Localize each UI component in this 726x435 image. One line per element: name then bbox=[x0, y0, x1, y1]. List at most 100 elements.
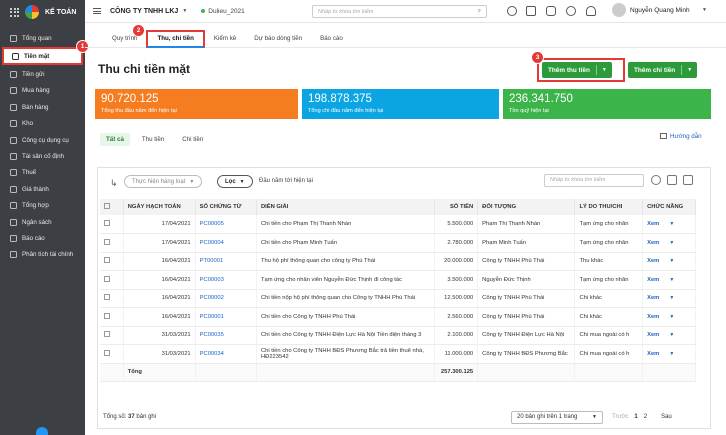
row-select-cell[interactable] bbox=[100, 289, 124, 308]
row-select-cell[interactable] bbox=[100, 270, 124, 290]
help-icon[interactable] bbox=[566, 6, 576, 16]
view-button[interactable]: Xem bbox=[647, 240, 659, 246]
col-object[interactable]: ĐỐI TƯỢNG bbox=[477, 199, 576, 215]
cell-doc-number[interactable]: PC00005 bbox=[195, 215, 257, 234]
subtab-payments[interactable]: Chi tiền bbox=[176, 133, 209, 146]
view-button[interactable]: Xem bbox=[647, 221, 659, 227]
row-checkbox[interactable] bbox=[104, 331, 110, 338]
cell-doc-number[interactable]: PT00001 bbox=[195, 252, 257, 271]
sidebar-item-cost[interactable]: Giá thành bbox=[0, 181, 85, 197]
company-selector[interactable]: CÔNG TY TNHH LKJ bbox=[110, 8, 178, 15]
table-row[interactable]: 31/03/2021 PC00035 Chi tiền cho Công ty TN… bbox=[100, 326, 696, 345]
sidebar-item-warehouse[interactable]: Kho bbox=[0, 116, 85, 132]
avatar[interactable] bbox=[612, 3, 626, 17]
row-checkbox[interactable] bbox=[104, 257, 110, 264]
sidebar-item-tax[interactable]: Thuế bbox=[0, 165, 85, 181]
cell-doc-number[interactable]: PC00003 bbox=[195, 270, 257, 290]
bell-icon[interactable] bbox=[586, 6, 596, 16]
add-payment-button[interactable]: Thêm chi tiền ▼ bbox=[628, 62, 698, 78]
table-row[interactable]: 17/04/2021 PC00005 Chi tiền cho Phạm Thị T… bbox=[100, 215, 696, 234]
tab-receipts-payments[interactable]: Thu, chi tiền bbox=[146, 29, 205, 48]
chat-icon[interactable] bbox=[546, 6, 556, 16]
chevron-down-icon[interactable]: ▼ bbox=[669, 258, 674, 264]
chevron-down-icon[interactable]: ▼ bbox=[682, 67, 697, 73]
sidebar-item-sales[interactable]: Bán hàng bbox=[0, 99, 85, 115]
page-1-button[interactable]: 1 bbox=[634, 414, 637, 420]
table-search-input[interactable]: Nhập từ khóa tìm kiếm bbox=[544, 174, 644, 187]
guide-link[interactable]: Hướng dẫn bbox=[660, 133, 702, 140]
sidebar-item-general[interactable]: Tổng hợp bbox=[0, 198, 85, 214]
row-checkbox[interactable] bbox=[104, 220, 110, 226]
sidebar-item-financial-analysis[interactable]: Phân tích tài chính bbox=[0, 247, 85, 263]
chevron-down-icon[interactable]: ▼ bbox=[182, 8, 187, 14]
row-checkbox[interactable] bbox=[104, 312, 110, 319]
menu-icon[interactable] bbox=[93, 8, 101, 14]
batch-action-button[interactable]: Thực hiện hàng loạt ▼ bbox=[124, 175, 203, 188]
settings-icon[interactable] bbox=[683, 175, 693, 185]
view-button[interactable]: Xem bbox=[647, 277, 659, 283]
sidebar-item-tools[interactable]: Công cụ dụng cụ bbox=[0, 132, 85, 148]
gear-icon[interactable] bbox=[526, 6, 536, 16]
row-checkbox[interactable] bbox=[104, 294, 110, 301]
sidebar-item-fixed-assets[interactable]: Tài sản cố định bbox=[0, 148, 85, 164]
chevron-down-icon[interactable]: ▼ bbox=[669, 351, 674, 357]
chevron-down-icon[interactable]: ▼ bbox=[597, 67, 612, 73]
add-receipt-button[interactable]: Thêm thu tiền ▼ bbox=[542, 62, 612, 78]
sidebar-item-purchase[interactable]: Mua hàng bbox=[0, 83, 85, 99]
table-row[interactable]: 16/04/2021 PT00001 Thu hộ phí thông quan c… bbox=[100, 252, 696, 271]
row-select-cell[interactable] bbox=[100, 326, 124, 345]
col-amount[interactable]: SỐ TIỀN bbox=[434, 199, 479, 215]
select-all-checkbox[interactable] bbox=[104, 203, 110, 209]
chevron-down-icon[interactable]: ▼ bbox=[669, 332, 674, 338]
app-grid-icon[interactable] bbox=[10, 7, 19, 17]
page-size-select[interactable]: 20 bản ghi trên 1 trang ▼ bbox=[511, 411, 603, 424]
table-row[interactable]: 16/04/2021 PC00002 Chi tiền nộp hộ phí thô… bbox=[100, 289, 696, 308]
table-row[interactable]: 16/04/2021 PC00003 Tạm ứng cho nhân viên N… bbox=[100, 270, 696, 290]
col-description[interactable]: DIỄN GIẢI bbox=[256, 199, 435, 215]
refresh-icon[interactable] bbox=[651, 175, 661, 185]
expand-arrow-icon[interactable]: ↳ bbox=[110, 178, 118, 189]
col-doc-number[interactable]: SỐ CHỨNG TỪ bbox=[195, 199, 257, 215]
sidebar-item-budget[interactable]: Ngân sách bbox=[0, 214, 85, 230]
filter-button[interactable]: Lọc ▼ bbox=[217, 175, 253, 188]
row-select-cell[interactable] bbox=[100, 233, 124, 253]
table-row[interactable]: 16/04/2021 PC00001 Chi tiền cho Công ty TN… bbox=[100, 307, 696, 327]
table-row[interactable]: 17/04/2021 PC00004 Chi tiền cho Phạm Minh … bbox=[100, 233, 696, 253]
cell-doc-number[interactable]: PC00001 bbox=[195, 307, 257, 327]
search-icon[interactable]: ⌕ bbox=[478, 8, 481, 15]
cell-doc-number[interactable]: PC00002 bbox=[195, 289, 257, 308]
row-checkbox[interactable] bbox=[104, 275, 110, 282]
database-name[interactable]: Dulieu_2021 bbox=[208, 8, 245, 15]
view-button[interactable]: Xem bbox=[647, 332, 659, 338]
row-select-cell[interactable] bbox=[100, 215, 124, 234]
chevron-down-icon[interactable]: ▼ bbox=[669, 295, 674, 301]
view-button[interactable]: Xem bbox=[647, 314, 659, 320]
tab-inventory-check[interactable]: Kiểm kê bbox=[205, 30, 245, 48]
sidebar-item-reports[interactable]: Báo cáo bbox=[0, 230, 85, 246]
cell-doc-number[interactable]: PC00034 bbox=[195, 344, 257, 364]
header-select-all[interactable] bbox=[100, 199, 124, 215]
chevron-down-icon[interactable]: ▼ bbox=[669, 314, 674, 320]
tab-reports[interactable]: Báo cáo bbox=[311, 30, 352, 48]
sidebar-item-overview[interactable]: Tổng quan bbox=[0, 30, 85, 46]
user-name[interactable]: Nguyễn Quang Minh bbox=[630, 7, 690, 14]
col-posting-date[interactable]: NGÀY HẠCH TOÁN bbox=[123, 199, 196, 215]
more-icon[interactable] bbox=[507, 6, 517, 16]
row-checkbox[interactable] bbox=[104, 238, 110, 245]
col-reason[interactable]: LÝ DO THU/CHI bbox=[574, 199, 644, 215]
row-select-cell[interactable] bbox=[100, 344, 124, 364]
view-button[interactable]: Xem bbox=[647, 351, 659, 357]
sidebar-collapse-handle[interactable] bbox=[36, 427, 48, 435]
table-row[interactable]: 31/03/2021 PC00034 Chi tiền cho Công ty TN… bbox=[100, 344, 696, 364]
excel-icon[interactable] bbox=[667, 175, 677, 185]
subtab-receipts[interactable]: Thu tiền bbox=[136, 133, 170, 146]
cell-doc-number[interactable]: PC00035 bbox=[195, 326, 257, 345]
chevron-down-icon[interactable]: ▼ bbox=[669, 277, 674, 283]
sidebar-item-cash[interactable]: Tiền mặt bbox=[2, 47, 83, 66]
view-button[interactable]: Xem bbox=[647, 258, 659, 264]
row-checkbox[interactable] bbox=[104, 349, 110, 356]
user-menu-chevron-icon[interactable]: ▼ bbox=[702, 7, 707, 13]
chevron-down-icon[interactable]: ▼ bbox=[669, 221, 674, 227]
row-select-cell[interactable] bbox=[100, 252, 124, 271]
global-search-input[interactable]: Nhập từ khóa tìm kiếm ⌕ bbox=[312, 5, 487, 18]
